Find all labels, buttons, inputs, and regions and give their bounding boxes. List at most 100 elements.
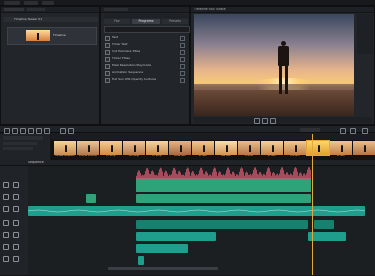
eye-icon[interactable] [13,206,19,212]
menu-file[interactable] [4,1,20,5]
lock-icon[interactable] [3,182,9,188]
waveform-bar [297,171,298,179]
checkbox-icon[interactable] [105,57,110,62]
sequence-info [0,134,51,160]
filmstrip-frame[interactable] [306,140,330,156]
checkbox-icon[interactable] [105,36,110,41]
waveform-bar [253,169,254,179]
video-preview[interactable] [194,14,354,116]
eye-icon[interactable] [13,194,19,200]
effect-item[interactable]: Text [104,35,186,41]
filmstrip-frame[interactable] [215,141,237,155]
lock-icon[interactable] [3,244,9,250]
clip-green-main[interactable] [136,194,311,203]
filmstrip-frame[interactable] [54,141,76,155]
media-tab-project[interactable] [4,8,24,11]
playhead[interactable] [312,134,313,275]
eye-icon[interactable] [13,244,19,250]
waveform-bar [284,173,285,179]
preview-icon[interactable] [180,36,185,41]
waveform-bar [141,175,142,179]
clip-small[interactable] [86,194,96,203]
waveform-bar [199,170,200,179]
person-silhouette-icon [341,145,343,152]
preview-icon[interactable] [180,57,185,62]
sequence-label: Sequence [28,161,44,164]
filmstrip-frame[interactable] [100,141,122,155]
waveform-clip-body [136,178,311,192]
clip-teal-3[interactable] [314,220,334,229]
preview-icon[interactable] [180,71,185,76]
effects-panel-title [104,8,128,11]
effect-item[interactable]: Full Sun 4Hz Opacity Cultures [104,77,186,83]
clip-teal-main[interactable] [28,206,365,216]
lock-icon[interactable] [3,232,9,238]
effect-item[interactable]: Cut Premiere Titles [104,49,186,55]
waveform-bar [305,175,306,179]
filmstrip-frame[interactable] [284,141,306,155]
filmstrip-frame[interactable] [77,141,99,155]
eye-icon[interactable] [13,182,19,188]
waveform-bar [288,174,289,179]
filmstrip-frame[interactable] [146,141,168,155]
filmstrip-frame[interactable] [330,141,352,155]
checkbox-icon[interactable] [105,43,110,48]
preview-icon[interactable] [180,43,185,48]
preview-icon[interactable] [180,50,185,55]
checkbox-icon[interactable] [105,50,110,55]
audio-waveform-track[interactable] [28,166,375,193]
filmstrip-caption: In Gim [336,155,346,157]
lock-icon[interactable] [3,194,9,200]
lock-icon[interactable] [3,220,9,226]
filmstrip-frame[interactable] [261,141,283,155]
checkbox-icon[interactable] [105,78,110,83]
waveform-bar [200,167,201,179]
eye-icon[interactable] [13,256,19,262]
clip-teal-2[interactable] [136,220,308,229]
preview-icon[interactable] [180,64,185,69]
person-silhouette-icon [203,145,205,152]
effect-item[interactable]: Animation Sequence [104,70,186,76]
checkbox-icon[interactable] [105,64,110,69]
menu-edit[interactable] [24,1,38,5]
step-back-icon[interactable] [254,118,260,124]
clip-teal-7[interactable] [138,256,144,265]
preview-icon[interactable] [180,78,185,83]
track-v1[interactable] [28,204,375,219]
waveform-bar [188,168,189,179]
timeline-scrollbar[interactable] [108,267,218,270]
filmstrip-frame[interactable] [238,141,260,155]
effect-item[interactable]: Pixel Resolution Playmode [104,63,186,69]
menu-view[interactable] [42,1,54,5]
track-v5[interactable] [28,254,375,276]
media-item-selected[interactable]: Timeline [7,27,97,45]
clip-teal-6[interactable] [136,244,188,253]
clip-teal-4[interactable] [136,232,216,241]
filmstrip-frame[interactable] [353,141,375,155]
waveform-bar [193,171,194,179]
zoom-slider[interactable] [300,128,320,132]
waveform-bar [282,167,283,179]
waveform-bar [212,172,213,179]
clip-teal-5[interactable] [308,232,346,241]
filmstrip-frame[interactable] [123,141,145,155]
filmstrip-frame[interactable] [169,141,191,155]
effect-item[interactable]: Timer Text [104,42,186,48]
lock-icon[interactable] [3,206,9,212]
effect-item[interactable]: Ticker Titles [104,56,186,62]
filmstrip-frame[interactable] [192,141,214,155]
tab-fav[interactable]: Fav [104,19,130,24]
tab-programs[interactable]: Programs [132,19,160,24]
lock-icon[interactable] [3,256,9,262]
eye-icon[interactable] [13,232,19,238]
timeline-ruler[interactable] [51,134,375,141]
step-forward-icon[interactable] [270,118,276,124]
effects-search-input[interactable] [104,26,190,33]
media-tab-browser[interactable] [27,8,45,11]
waveform-bar [225,173,226,179]
eye-icon[interactable] [13,220,19,226]
waveform-bar [216,171,217,179]
checkbox-icon[interactable] [105,71,110,76]
play-icon[interactable] [262,118,268,124]
tab-presets[interactable]: Presets [162,19,188,24]
